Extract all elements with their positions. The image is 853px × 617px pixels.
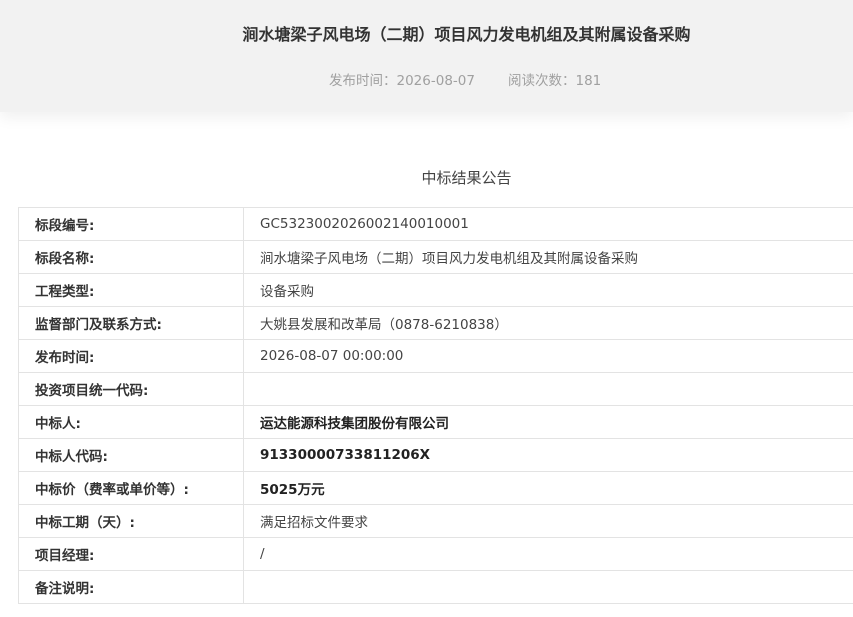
- table-row: 监督部门及联系方式: 大姚县发展和改革局（0878-6210838）: [18, 306, 853, 340]
- table-row: 备注说明:: [18, 570, 853, 604]
- article-header: 涧水塘梁子风电场（二期）项目风力发电机组及其附属设备采购 发布时间：2026-0…: [0, 0, 853, 112]
- table-row: 项目经理: /: [18, 537, 853, 571]
- table-row: 工程类型: 设备采购: [18, 273, 853, 307]
- row-label: 标段编号:: [18, 207, 244, 241]
- row-label: 监督部门及联系方式:: [18, 306, 244, 340]
- row-label: 中标人代码:: [18, 438, 244, 472]
- row-label: 中标人:: [18, 405, 244, 439]
- row-label: 标段名称:: [18, 240, 244, 274]
- bidder-code: 91330000733811206X: [243, 438, 853, 472]
- table-row: 投资项目统一代码:: [18, 372, 853, 406]
- row-label: 中标工期（天）:: [18, 504, 244, 538]
- winning-bidder: 运达能源科技集团股份有限公司: [243, 405, 853, 439]
- bid-result-table: 标段编号: GC5323002026002140010001 标段名称: 涧水塘…: [18, 207, 853, 604]
- row-value: 大姚县发展和改革局（0878-6210838）: [243, 306, 853, 340]
- row-value: 涧水塘梁子风电场（二期）项目风力发电机组及其附属设备采购: [243, 240, 853, 274]
- notice-title: 中标结果公告: [421, 169, 512, 187]
- row-label: 备注说明:: [18, 570, 244, 604]
- row-value: [243, 372, 853, 406]
- article-title: 涧水塘梁子风电场（二期）项目风力发电机组及其附属设备采购: [242, 25, 691, 44]
- row-value: 2026-08-07 00:00:00: [243, 339, 853, 373]
- table-row: 中标价（费率或单价等）: 5025万元: [18, 471, 853, 505]
- table-row: 标段名称: 涧水塘梁子风电场（二期）项目风力发电机组及其附属设备采购: [18, 240, 853, 274]
- row-value: GC5323002026002140010001: [243, 207, 853, 241]
- table-row: 发布时间: 2026-08-07 00:00:00: [18, 339, 853, 373]
- table-row: 中标人代码: 91330000733811206X: [18, 438, 853, 472]
- row-label: 投资项目统一代码:: [18, 372, 244, 406]
- publish-date: 发布时间：2026-08-07: [329, 73, 475, 89]
- row-label: 中标价（费率或单价等）:: [18, 471, 244, 505]
- table-row: 中标人: 运达能源科技集团股份有限公司: [18, 405, 853, 439]
- row-label: 发布时间:: [18, 339, 244, 373]
- winning-price: 5025万元: [243, 471, 853, 505]
- table-row: 标段编号: GC5323002026002140010001: [18, 207, 853, 241]
- row-value: 满足招标文件要求: [243, 504, 853, 538]
- row-value: 设备采购: [243, 273, 853, 307]
- table-row: 中标工期（天）: 满足招标文件要求: [18, 504, 853, 538]
- row-value: [243, 570, 853, 604]
- row-label: 项目经理:: [18, 537, 244, 571]
- row-label: 工程类型:: [18, 273, 244, 307]
- row-value: /: [243, 537, 853, 571]
- read-count: 阅读次数：181: [508, 73, 602, 89]
